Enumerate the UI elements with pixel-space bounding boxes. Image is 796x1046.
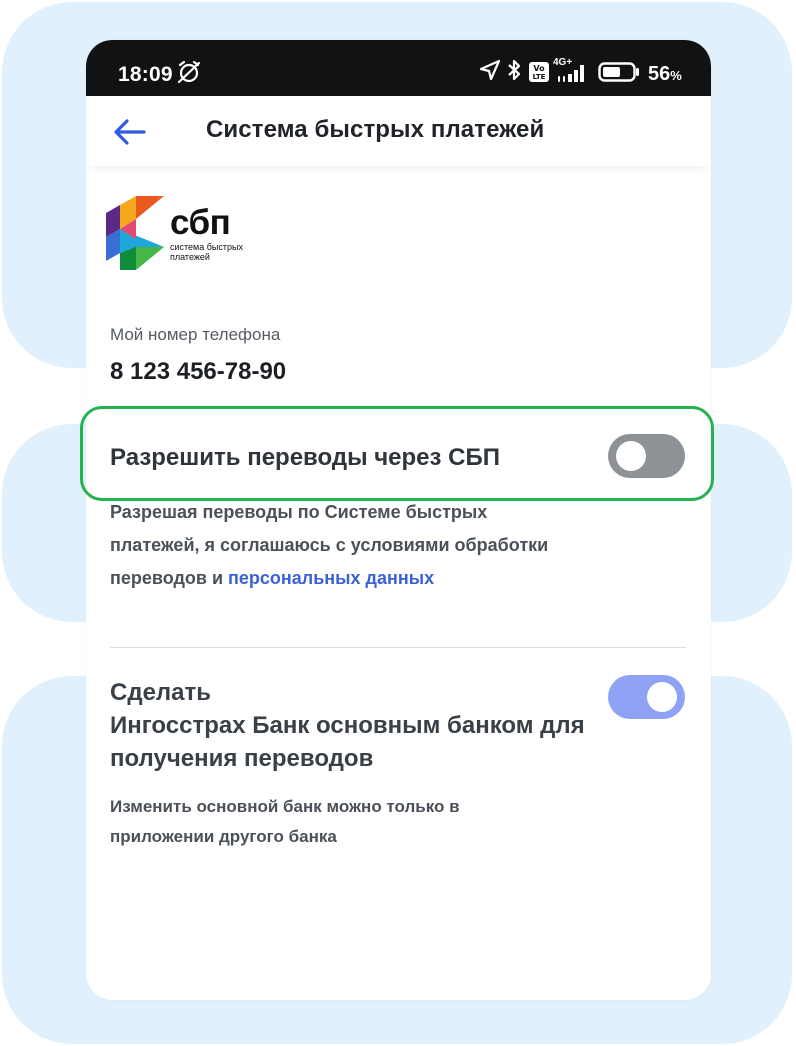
personal-data-link[interactable]: персональных данных [228,568,434,588]
svg-text:LTE: LTE [533,73,546,81]
volte-icon: Vo LTE [529,62,549,82]
toggle-knob [616,441,646,471]
status-bar: 18:09 Vo LTE 4G+ 56% [86,40,711,96]
app-bar: Система быстрых платежей [86,96,711,166]
default-bank-description: Изменить основной банк можно только в пр… [110,797,460,846]
sbp-transfers-label: Разрешить переводы через СБП [110,444,500,471]
battery-percent: 56% [648,63,682,85]
phone-screen: 18:09 Vo LTE 4G+ 56% Система быстрых пла… [86,40,711,1000]
signal-icon [558,65,584,82]
location-arrow-icon [479,59,501,81]
sbp-logo-mark-icon [106,196,164,270]
consent-text: Разрешая переводы по Системе быстрых пла… [110,502,549,588]
status-time: 18:09 [118,63,173,86]
default-bank-toggle[interactable] [608,675,685,719]
toggle-knob [647,682,677,712]
sbp-logo-name: сбп [170,203,231,242]
section-divider [110,647,686,648]
sbp-logo-subtitle: система быстрых платежей [170,242,243,262]
sbp-logo: сбп система быстрых платежей [106,195,256,271]
back-arrow-icon[interactable] [110,112,150,152]
bluetooth-icon [508,59,521,81]
alarm-off-icon [177,60,201,84]
default-bank-title: Сделать Ингосстрах Банк основным банком … [110,679,585,772]
phone-number: 8 123 456-78-90 [110,358,287,385]
battery-icon [598,62,639,82]
svg-text:Vo: Vo [533,64,545,73]
phone-label: Мой номер телефона [110,325,281,344]
sbp-transfers-toggle[interactable] [608,434,685,478]
page-title: Система быстрых платежей [206,116,545,143]
